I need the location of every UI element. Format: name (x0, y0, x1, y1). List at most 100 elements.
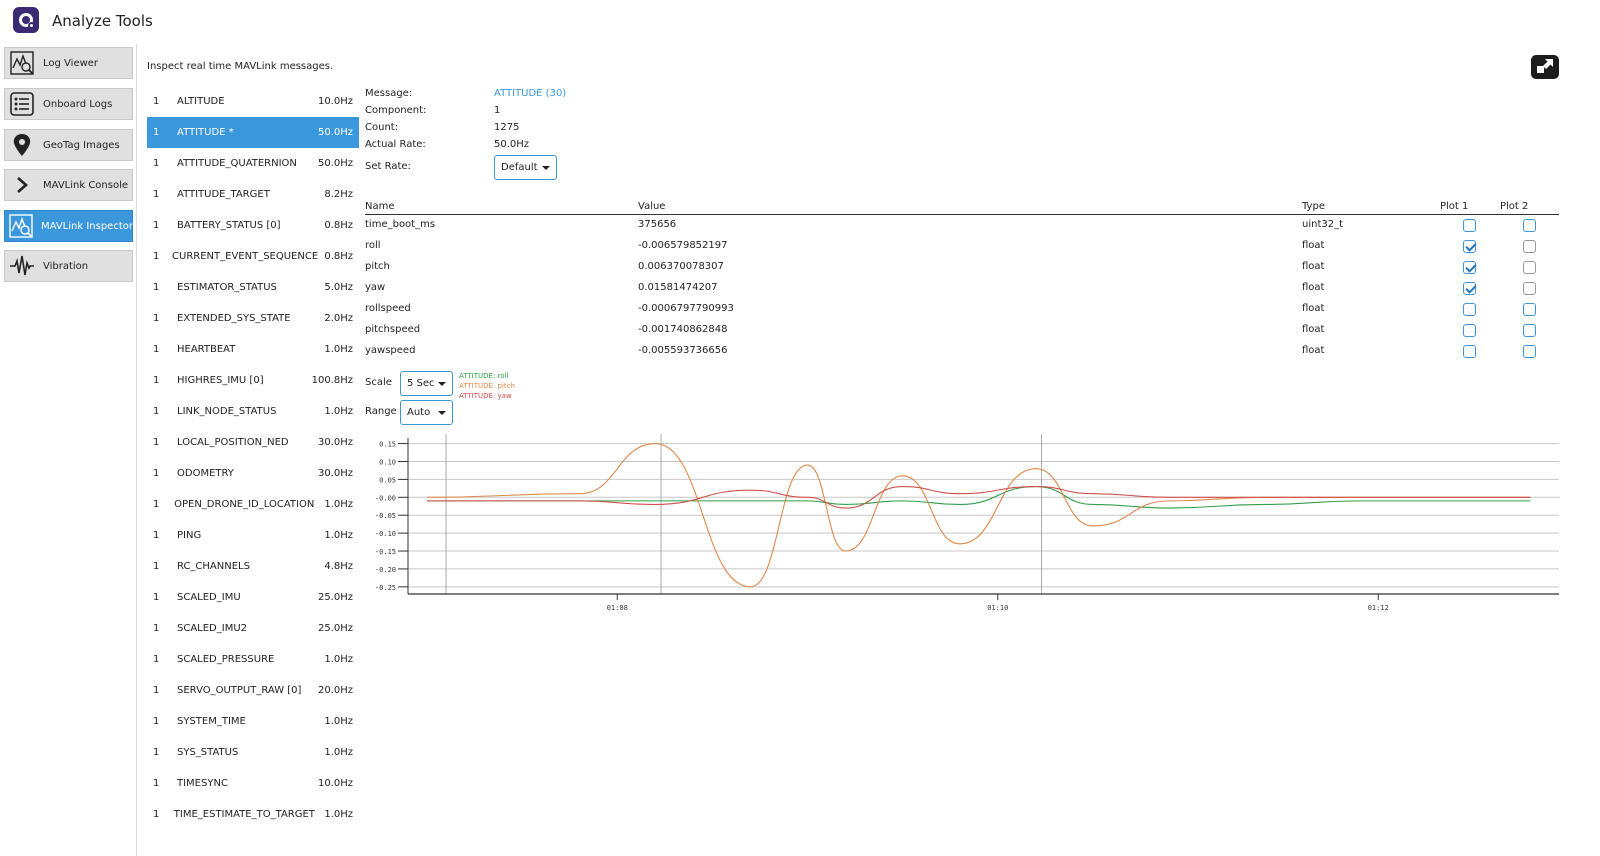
message-rate: 1.0Hz (324, 809, 353, 820)
message-name: HEARTBEAT (177, 344, 236, 355)
field-name: pitchspeed (365, 324, 421, 335)
message-row[interactable]: 1 PING 1.0Hz (147, 520, 359, 551)
y-tick-label: -0.00 (375, 494, 396, 502)
message-rate: 50.0Hz (317, 127, 353, 138)
message-row[interactable]: 1 SYS_STATUS 1.0Hz (147, 737, 359, 768)
message-rate: 8.2Hz (324, 189, 353, 200)
pop-out-button[interactable] (1531, 55, 1559, 79)
message-row[interactable]: 1 ATTITUDE_QUATERNION 50.0Hz (147, 148, 359, 179)
list-icon (8, 90, 36, 118)
sidebar-item-onboard-logs[interactable]: Onboard Logs (4, 88, 133, 120)
message-row[interactable]: 1 BATTERY_STATUS [0] 0.8Hz (147, 210, 359, 241)
y-tick-label: -0.25 (375, 584, 396, 592)
sidebar-item-vibration[interactable]: Vibration (4, 250, 133, 282)
detail-count-label: Count: (365, 122, 399, 133)
message-name: SYSTEM_TIME (177, 716, 246, 727)
message-component: 1 (153, 716, 160, 727)
message-row[interactable]: 1 ODOMETRY 30.0Hz (147, 458, 359, 489)
y-tick-label: -0.15 (375, 548, 396, 556)
plot1-checkbox[interactable] (1463, 261, 1476, 274)
y-tick-label: 0.05 (379, 476, 396, 484)
col-type-header: Type (1302, 201, 1325, 212)
message-name: HIGHRES_IMU [0] (177, 375, 264, 386)
plot1-checkbox[interactable] (1463, 303, 1476, 316)
field-type: float (1302, 261, 1325, 272)
message-row[interactable]: 1 HIGHRES_IMU [0] 100.8Hz (147, 365, 359, 396)
plot2-checkbox[interactable] (1523, 303, 1536, 316)
message-row[interactable]: 1 TIMESYNC 10.0Hz (147, 768, 359, 799)
plot2-checkbox[interactable] (1523, 324, 1536, 337)
field-type: float (1302, 282, 1325, 293)
detail-message-value[interactable]: ATTITUDE (30) (494, 88, 566, 99)
message-row[interactable]: 1 CURRENT_EVENT_SEQUENCE 0.8Hz (147, 241, 359, 272)
message-name: OPEN_DRONE_ID_LOCATION (174, 499, 315, 510)
plot1-checkbox[interactable] (1463, 324, 1476, 337)
sidebar-item-log-viewer[interactable]: Log Viewer (4, 47, 133, 79)
sidebar-item-mavlink-console[interactable]: MAVLink Console (4, 169, 133, 201)
message-row[interactable]: 1 ATTITUDE * 50.0Hz (147, 117, 359, 148)
message-row[interactable]: 1 SYSTEM_TIME 1.0Hz (147, 706, 359, 737)
message-component: 1 (153, 344, 160, 355)
app-logo-icon[interactable] (13, 7, 39, 33)
message-component: 1 (153, 375, 160, 386)
range-label: Range (365, 406, 397, 417)
message-rate: 4.8Hz (324, 561, 353, 572)
range-select[interactable]: Auto (400, 400, 453, 425)
message-row[interactable]: 1 RC_CHANNELS 4.8Hz (147, 551, 359, 582)
message-rate: 50.0Hz (317, 158, 353, 169)
detail-component-value: 1 (494, 105, 501, 116)
message-rate: 30.0Hz (317, 437, 353, 448)
message-component: 1 (153, 282, 160, 293)
plot2-checkbox[interactable] (1523, 240, 1536, 253)
plot2-checkbox[interactable] (1523, 219, 1536, 232)
plot2-checkbox[interactable] (1523, 261, 1536, 274)
sidebar-item-geotag-images[interactable]: GeoTag Images (4, 129, 133, 161)
message-row[interactable]: 1 OPEN_DRONE_ID_LOCATION 1.0Hz (147, 489, 359, 520)
message-name: ODOMETRY (177, 468, 234, 479)
plot2-checkbox[interactable] (1523, 345, 1536, 358)
message-row[interactable]: 1 LINK_NODE_STATUS 1.0Hz (147, 396, 359, 427)
scale-select[interactable]: 5 Sec (400, 371, 453, 396)
field-name: pitch (365, 261, 390, 272)
message-rate: 0.8Hz (324, 251, 353, 262)
message-rate: 1.0Hz (324, 654, 353, 665)
message-row[interactable]: 1 SCALED_IMU 25.0Hz (147, 582, 359, 613)
field-type: float (1302, 240, 1325, 251)
plot1-checkbox[interactable] (1463, 345, 1476, 358)
message-row[interactable]: 1 TIME_ESTIMATE_TO_TARGET 1.0Hz (147, 799, 359, 830)
field-type: float (1302, 345, 1325, 356)
plot2-checkbox[interactable] (1523, 282, 1536, 295)
plot1-checkbox[interactable] (1463, 282, 1476, 295)
message-name: ESTIMATOR_STATUS (177, 282, 277, 293)
message-name: PING (177, 530, 202, 541)
message-row[interactable]: 1 ALTITUDE 10.0Hz (147, 86, 359, 117)
message-name: LINK_NODE_STATUS (177, 406, 277, 417)
detail-message-label: Message: (365, 88, 413, 99)
message-component: 1 (153, 809, 160, 820)
message-row[interactable]: 1 SERVO_OUTPUT_RAW [0] 20.0Hz (147, 675, 359, 706)
sidebar: Log Viewer Onboard Logs GeoTag Images MA… (0, 44, 137, 856)
message-row[interactable]: 1 HEARTBEAT 1.0Hz (147, 334, 359, 365)
plot1-checkbox[interactable] (1463, 240, 1476, 253)
message-row[interactable]: 1 ESTIMATOR_STATUS 5.0Hz (147, 272, 359, 303)
message-row[interactable]: 1 LOCAL_POSITION_NED 30.0Hz (147, 427, 359, 458)
message-rate: 1.0Hz (324, 406, 353, 417)
field-value: 375656 (638, 219, 677, 230)
message-row[interactable]: 1 ATTITUDE_TARGET 8.2Hz (147, 179, 359, 210)
plot1-checkbox[interactable] (1463, 219, 1476, 232)
message-component: 1 (153, 778, 160, 789)
message-row[interactable]: 1 SCALED_PRESSURE 1.0Hz (147, 644, 359, 675)
message-row[interactable]: 1 SCALED_IMU2 25.0Hz (147, 613, 359, 644)
sidebar-item-label: MAVLink Inspector (41, 220, 133, 232)
pop-out-icon (1535, 57, 1555, 78)
intro-text: Inspect real time MAVLink messages. (147, 61, 334, 72)
col-name-header: Name (365, 201, 395, 212)
set-rate-select[interactable]: Default (494, 155, 557, 180)
y-tick-label: 0.15 (379, 441, 396, 449)
sidebar-item-mavlink-inspector[interactable]: MAVLink Inspector (4, 210, 133, 242)
field-row: roll -0.006579852197 float (365, 236, 1559, 257)
message-row[interactable]: 1 EXTENDED_SYS_STATE 2.0Hz (147, 303, 359, 334)
log-viewer-icon (8, 49, 36, 77)
map-pin-icon (8, 131, 36, 159)
message-component: 1 (153, 499, 160, 510)
